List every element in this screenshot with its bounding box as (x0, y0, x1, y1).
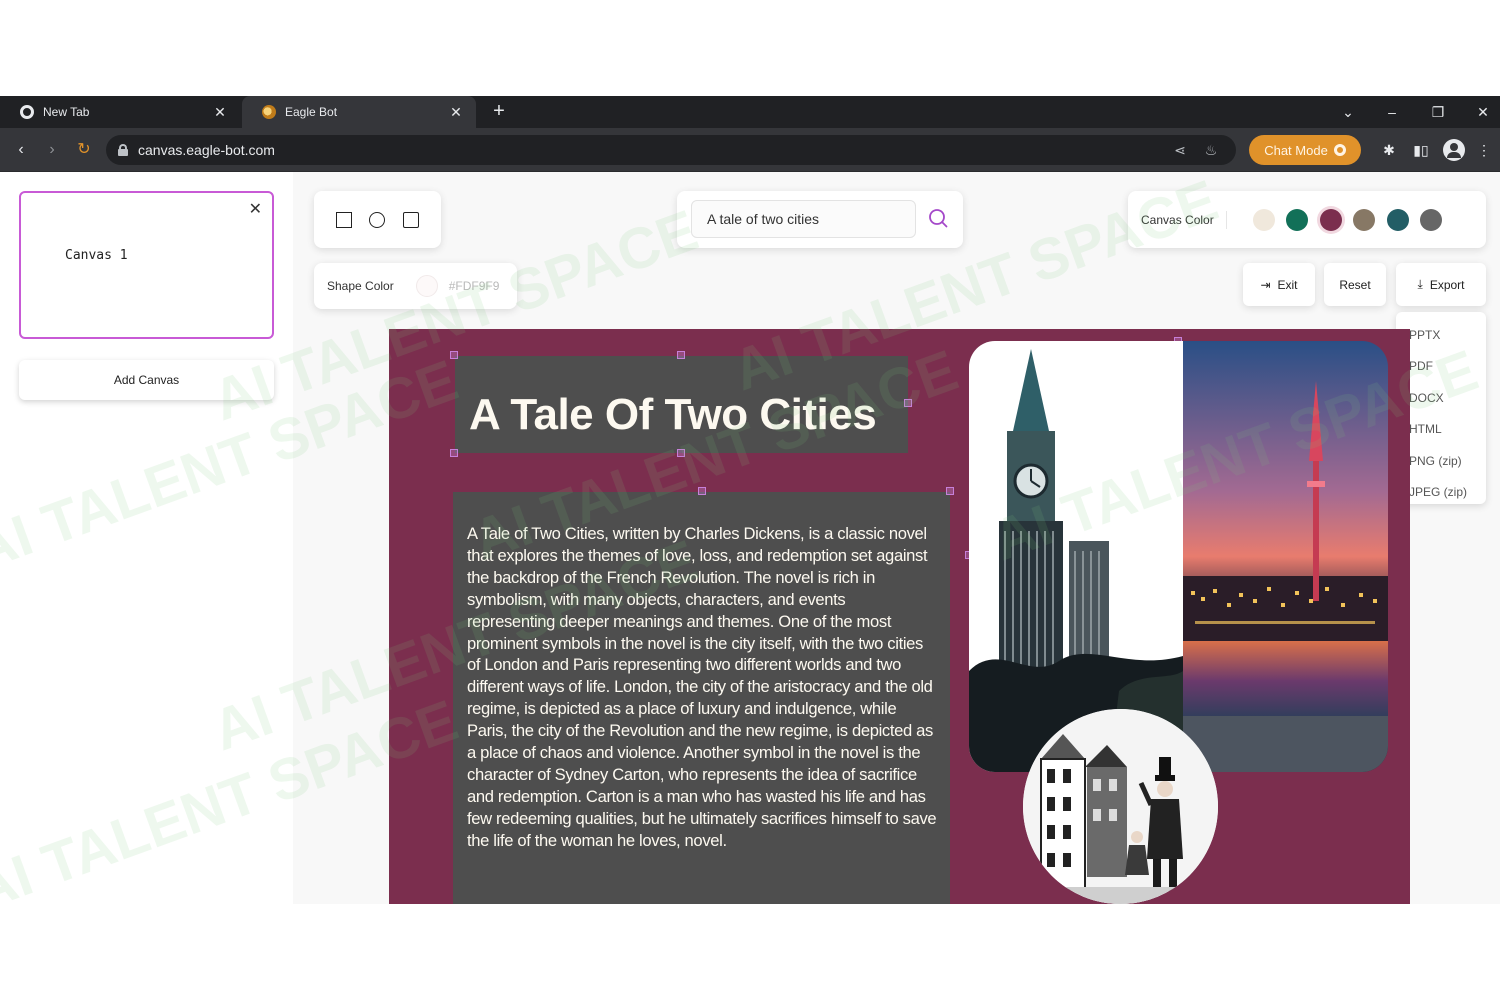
back-icon[interactable]: ‹ (9, 138, 33, 162)
canvas-color-swatch[interactable] (1286, 208, 1309, 231)
exit-icon: ⇥ (1260, 277, 1271, 292)
reload-icon[interactable]: ↻ (72, 138, 96, 162)
body-text-box[interactable]: A Tale of Two Cities, written by Charles… (453, 492, 950, 904)
canvas-sidebar: Canvas 1 ✕ Add Canvas (0, 172, 293, 904)
chat-mode-button[interactable]: Chat Mode (1249, 135, 1361, 165)
canvas-color-swatch[interactable] (1386, 208, 1409, 231)
canvas-color-swatch[interactable] (1353, 208, 1376, 231)
search-panel (677, 191, 963, 248)
square-tool-icon[interactable] (336, 212, 352, 228)
resize-handle[interactable] (946, 487, 954, 495)
canvas-color-swatch[interactable] (1420, 208, 1443, 231)
close-window-icon[interactable]: ✕ (1471, 100, 1495, 124)
shape-color-swatch[interactable] (415, 275, 438, 297)
close-icon[interactable]: ✕ (212, 104, 228, 121)
resize-handle[interactable] (450, 449, 458, 457)
canvas-card[interactable]: Canvas 1 ✕ (19, 191, 274, 339)
canvas-color-swatch[interactable] (1252, 208, 1275, 231)
shape-tools-panel (314, 191, 441, 248)
reset-button[interactable]: Reset (1324, 263, 1386, 306)
canvas-color-swatch[interactable] (1319, 208, 1342, 231)
search-input[interactable] (691, 200, 916, 238)
new-tab-button[interactable]: + (488, 100, 510, 122)
london-paris-image[interactable] (969, 341, 1388, 772)
slide-canvas[interactable]: A Tale Of Two Cities A Tale of Two Citie… (389, 329, 1410, 904)
eagle-bot-icon (1333, 144, 1346, 156)
profile-avatar[interactable] (1443, 139, 1465, 161)
resize-handle[interactable] (450, 351, 458, 359)
close-icon[interactable]: ✕ (249, 199, 262, 219)
resize-handle[interactable] (677, 351, 685, 359)
canvas-app: Canvas 1 ✕ Add Canvas Shape Color #FDF9F… (0, 168, 1500, 904)
shape-color-panel: Shape Color #FDF9F9 (314, 263, 517, 309)
title-text-box[interactable]: A Tale Of Two Cities (455, 356, 908, 453)
tab-title: New Tab (43, 105, 90, 119)
reset-label: Reset (1339, 277, 1371, 292)
canvas-color-panel: Canvas Color (1128, 191, 1486, 248)
sidebar-toggle-icon[interactable]: ▮▯ (1410, 139, 1432, 161)
slide-title: A Tale Of Two Cities (469, 390, 877, 439)
tab-eagle-bot[interactable]: Eagle Bot ✕ (242, 96, 476, 128)
shape-color-hex[interactable]: #FDF9F9 (449, 279, 500, 293)
chrome-icon (20, 105, 34, 119)
extension-flame-icon[interactable]: ♨ (1200, 139, 1222, 161)
tab-bar: New Tab ✕ Eagle Bot ✕ + ⌄ – ❐ ✕ (0, 96, 1500, 128)
eagle-bot-icon (262, 105, 276, 119)
close-icon[interactable]: ✕ (448, 104, 464, 121)
restore-icon[interactable]: ❐ (1426, 100, 1450, 124)
browser-toolbar: ‹ › ↻ canvas.eagle-bot.com ⋖ ♨ Chat Mode… (0, 128, 1500, 172)
victorian-street-image[interactable] (1023, 709, 1218, 904)
resize-handle[interactable] (698, 487, 706, 495)
tab-new-tab[interactable]: New Tab ✕ (0, 96, 240, 128)
chat-mode-label: Chat Mode (1264, 142, 1328, 158)
address-bar[interactable]: canvas.eagle-bot.com ⋖ ♨ (106, 135, 1236, 165)
exit-button[interactable]: ⇥ Exit (1243, 263, 1315, 306)
tab-title: Eagle Bot (285, 105, 338, 119)
minimize-icon[interactable]: – (1380, 100, 1404, 124)
rounded-rect-tool-icon[interactable] (403, 212, 419, 228)
browser-window: New Tab ✕ Eagle Bot ✕ + ⌄ – ❐ ✕ ‹ › ↻ ca… (0, 96, 1500, 904)
add-canvas-button[interactable]: Add Canvas (19, 360, 274, 400)
divider (1225, 210, 1227, 229)
puzzle-icon[interactable]: ✱ (1378, 139, 1400, 161)
export-button[interactable]: ⤓ Export (1396, 263, 1486, 306)
url-text: canvas.eagle-bot.com (138, 142, 275, 158)
more-menu-icon[interactable]: ⋮ (1473, 139, 1495, 161)
lock-icon (118, 144, 128, 156)
forward-icon[interactable]: › (40, 138, 64, 162)
circle-tool-icon[interactable] (369, 212, 385, 228)
resize-handle[interactable] (677, 449, 685, 457)
download-icon: ⤓ (1417, 277, 1423, 291)
canvas-title: Canvas 1 (65, 248, 128, 263)
chevron-down-icon[interactable]: ⌄ (1336, 100, 1360, 124)
canvas-color-label: Canvas Color (1141, 212, 1214, 227)
search-icon[interactable] (927, 207, 949, 229)
canvas-color-options (1252, 208, 1454, 231)
exit-label: Exit (1277, 277, 1298, 292)
shape-color-label: Shape Color (327, 279, 394, 293)
export-label: Export (1429, 277, 1465, 292)
resize-handle[interactable] (904, 399, 912, 407)
slide-body: A Tale of Two Cities, written by Charles… (467, 524, 937, 850)
share-icon[interactable]: ⋖ (1169, 139, 1191, 161)
